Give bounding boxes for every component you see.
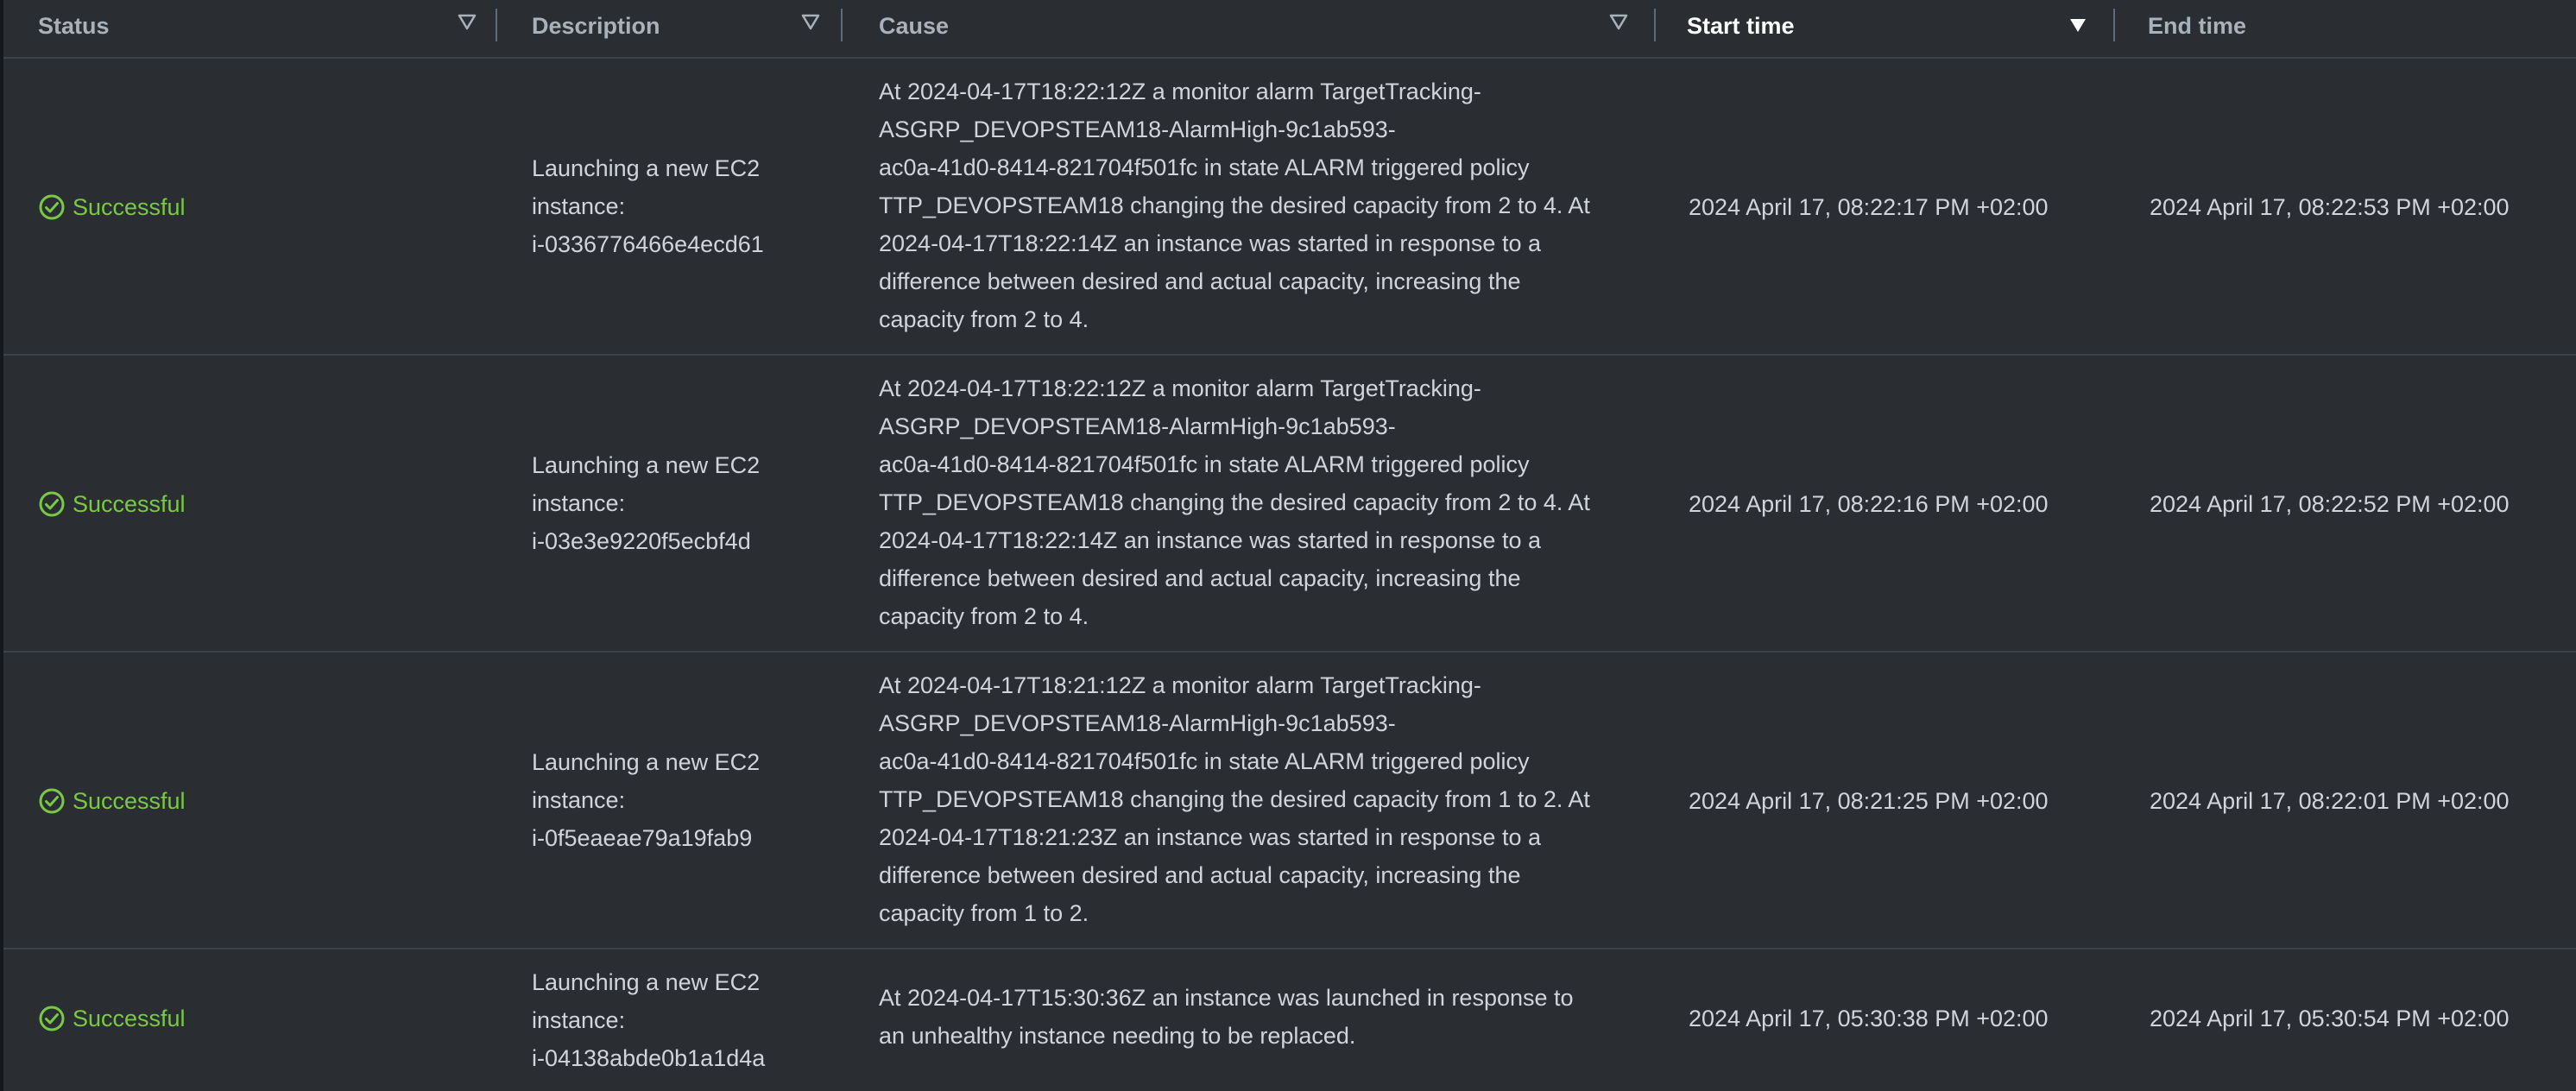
cause-line: 2024-04-17T18:22:14Z an instance was sta… (879, 230, 1541, 256)
start-time-cell: 2024 April 17, 08:21:25 PM +02:00 (1689, 788, 2049, 814)
column-header-description[interactable]: Description (532, 0, 843, 52)
table-row[interactable]: Successful Launching a new EC2 instance:… (3, 356, 2576, 653)
cause-line: ASGRP_DEVOPSTEAM18-AlarmHigh-9c1ab593- (879, 710, 1396, 736)
description-cell: Launching a new EC2 instance: i-03367764… (532, 149, 764, 263)
cause-line: capacity from 1 to 2. (879, 900, 1089, 926)
end-time-cell: 2024 April 17, 08:22:01 PM +02:00 (2150, 788, 2510, 814)
status-cell: Successful (38, 782, 186, 820)
table-header: Status Description Cause Start time End … (3, 0, 2576, 59)
activity-table: Status Description Cause Start time End … (0, 0, 2576, 1091)
cause-line: difference between desired and actual ca… (879, 565, 1521, 591)
status-cell: Successful (38, 188, 186, 226)
description-line: instance: (532, 787, 626, 813)
description-line: instance: (532, 490, 626, 516)
cause-line: TTP_DEVOPSTEAM18 changing the desired ca… (879, 489, 1590, 515)
description-line: Launching a new EC2 (532, 452, 761, 478)
description-line: Launching a new EC2 (532, 155, 761, 181)
status-cell: Successful (38, 1000, 186, 1037)
success-check-icon (38, 787, 66, 815)
cause-line: 2024-04-17T18:21:23Z an instance was sta… (879, 824, 1541, 850)
success-check-icon (38, 193, 66, 221)
description-line: i-0336776466e4ecd61 (532, 231, 764, 257)
cause-line: difference between desired and actual ca… (879, 268, 1521, 294)
cause-cell: At 2024-04-17T15:30:36Z an instance was … (879, 979, 1574, 1055)
column-header-start-time[interactable]: Start time (1687, 0, 2115, 52)
column-header-cause[interactable]: Cause (879, 0, 1656, 52)
table-row[interactable]: Successful Launching a new EC2 instance:… (3, 653, 2576, 949)
column-header-label: End time (2148, 12, 2247, 39)
cause-line: capacity from 2 to 4. (879, 603, 1089, 629)
cause-cell: At 2024-04-17T18:22:12Z a monitor alarm … (879, 73, 1590, 338)
cause-line: an unhealthy instance needing to be repl… (879, 1023, 1356, 1049)
description-line: instance: (532, 1007, 626, 1033)
cause-line: 2024-04-17T18:22:14Z an instance was sta… (879, 527, 1541, 553)
cause-line: ac0a-41d0-8414-821704f501fc in state ALA… (879, 155, 1530, 180)
success-check-icon (38, 490, 66, 518)
start-time-cell: 2024 April 17, 05:30:38 PM +02:00 (1689, 1006, 2049, 1031)
description-line: i-0f5eaeae79a19fab9 (532, 825, 753, 851)
status-text: Successful (73, 788, 186, 814)
column-divider[interactable] (2113, 9, 2115, 41)
status-text: Successful (73, 1006, 186, 1031)
cause-line: TTP_DEVOPSTEAM18 changing the desired ca… (879, 192, 1590, 218)
cause-cell: At 2024-04-17T18:21:12Z a monitor alarm … (879, 666, 1590, 932)
cause-line: ASGRP_DEVOPSTEAM18-AlarmHigh-9c1ab593- (879, 117, 1396, 142)
column-header-end-time[interactable]: End time (2148, 0, 2545, 52)
start-time-cell: 2024 April 17, 08:22:16 PM +02:00 (1689, 491, 2049, 517)
cause-line: difference between desired and actual ca… (879, 862, 1521, 888)
cause-line: At 2024-04-17T18:22:12Z a monitor alarm … (879, 375, 1481, 401)
column-divider[interactable] (496, 9, 497, 41)
success-check-icon (38, 1005, 66, 1032)
status-text: Successful (73, 491, 186, 517)
cause-line: ASGRP_DEVOPSTEAM18-AlarmHigh-9c1ab593- (879, 413, 1396, 439)
cause-line: At 2024-04-17T15:30:36Z an instance was … (879, 985, 1574, 1011)
column-header-label: Start time (1687, 12, 1795, 39)
column-header-status[interactable]: Status (38, 0, 497, 52)
end-time-cell: 2024 April 17, 05:30:54 PM +02:00 (2150, 1006, 2510, 1031)
cause-line: At 2024-04-17T18:22:12Z a monitor alarm … (879, 79, 1481, 104)
description-line: Launching a new EC2 (532, 969, 761, 995)
description-line: Launching a new EC2 (532, 749, 761, 775)
status-text: Successful (73, 194, 186, 220)
cause-line: At 2024-04-17T18:21:12Z a monitor alarm … (879, 672, 1481, 698)
description-cell: Launching a new EC2 instance: i-03e3e922… (532, 446, 760, 560)
cause-line: ac0a-41d0-8414-821704f501fc in state ALA… (879, 451, 1530, 477)
description-cell: Launching a new EC2 instance: i-04138abd… (532, 963, 765, 1077)
column-divider[interactable] (1654, 9, 1656, 41)
column-header-label: Status (38, 12, 110, 39)
column-divider[interactable] (841, 9, 843, 41)
description-line: instance: (532, 193, 626, 219)
description-line: i-03e3e9220f5ecbf4d (532, 528, 751, 554)
end-time-cell: 2024 April 17, 08:22:52 PM +02:00 (2150, 491, 2510, 517)
description-cell: Launching a new EC2 instance: i-0f5eaeae… (532, 743, 760, 857)
cause-line: capacity from 2 to 4. (879, 306, 1089, 332)
column-header-label: Cause (879, 12, 950, 39)
cause-line: TTP_DEVOPSTEAM18 changing the desired ca… (879, 786, 1590, 812)
table-row[interactable]: Successful Launching a new EC2 instance:… (3, 949, 2576, 1091)
status-cell: Successful (38, 485, 186, 523)
column-header-label: Description (532, 12, 660, 39)
cause-cell: At 2024-04-17T18:22:12Z a monitor alarm … (879, 369, 1590, 635)
table-row[interactable]: Successful Launching a new EC2 instance:… (3, 59, 2576, 356)
end-time-cell: 2024 April 17, 08:22:53 PM +02:00 (2150, 194, 2510, 220)
start-time-cell: 2024 April 17, 08:22:17 PM +02:00 (1689, 194, 2049, 220)
cause-line: ac0a-41d0-8414-821704f501fc in state ALA… (879, 748, 1530, 774)
description-line: i-04138abde0b1a1d4a (532, 1045, 766, 1071)
